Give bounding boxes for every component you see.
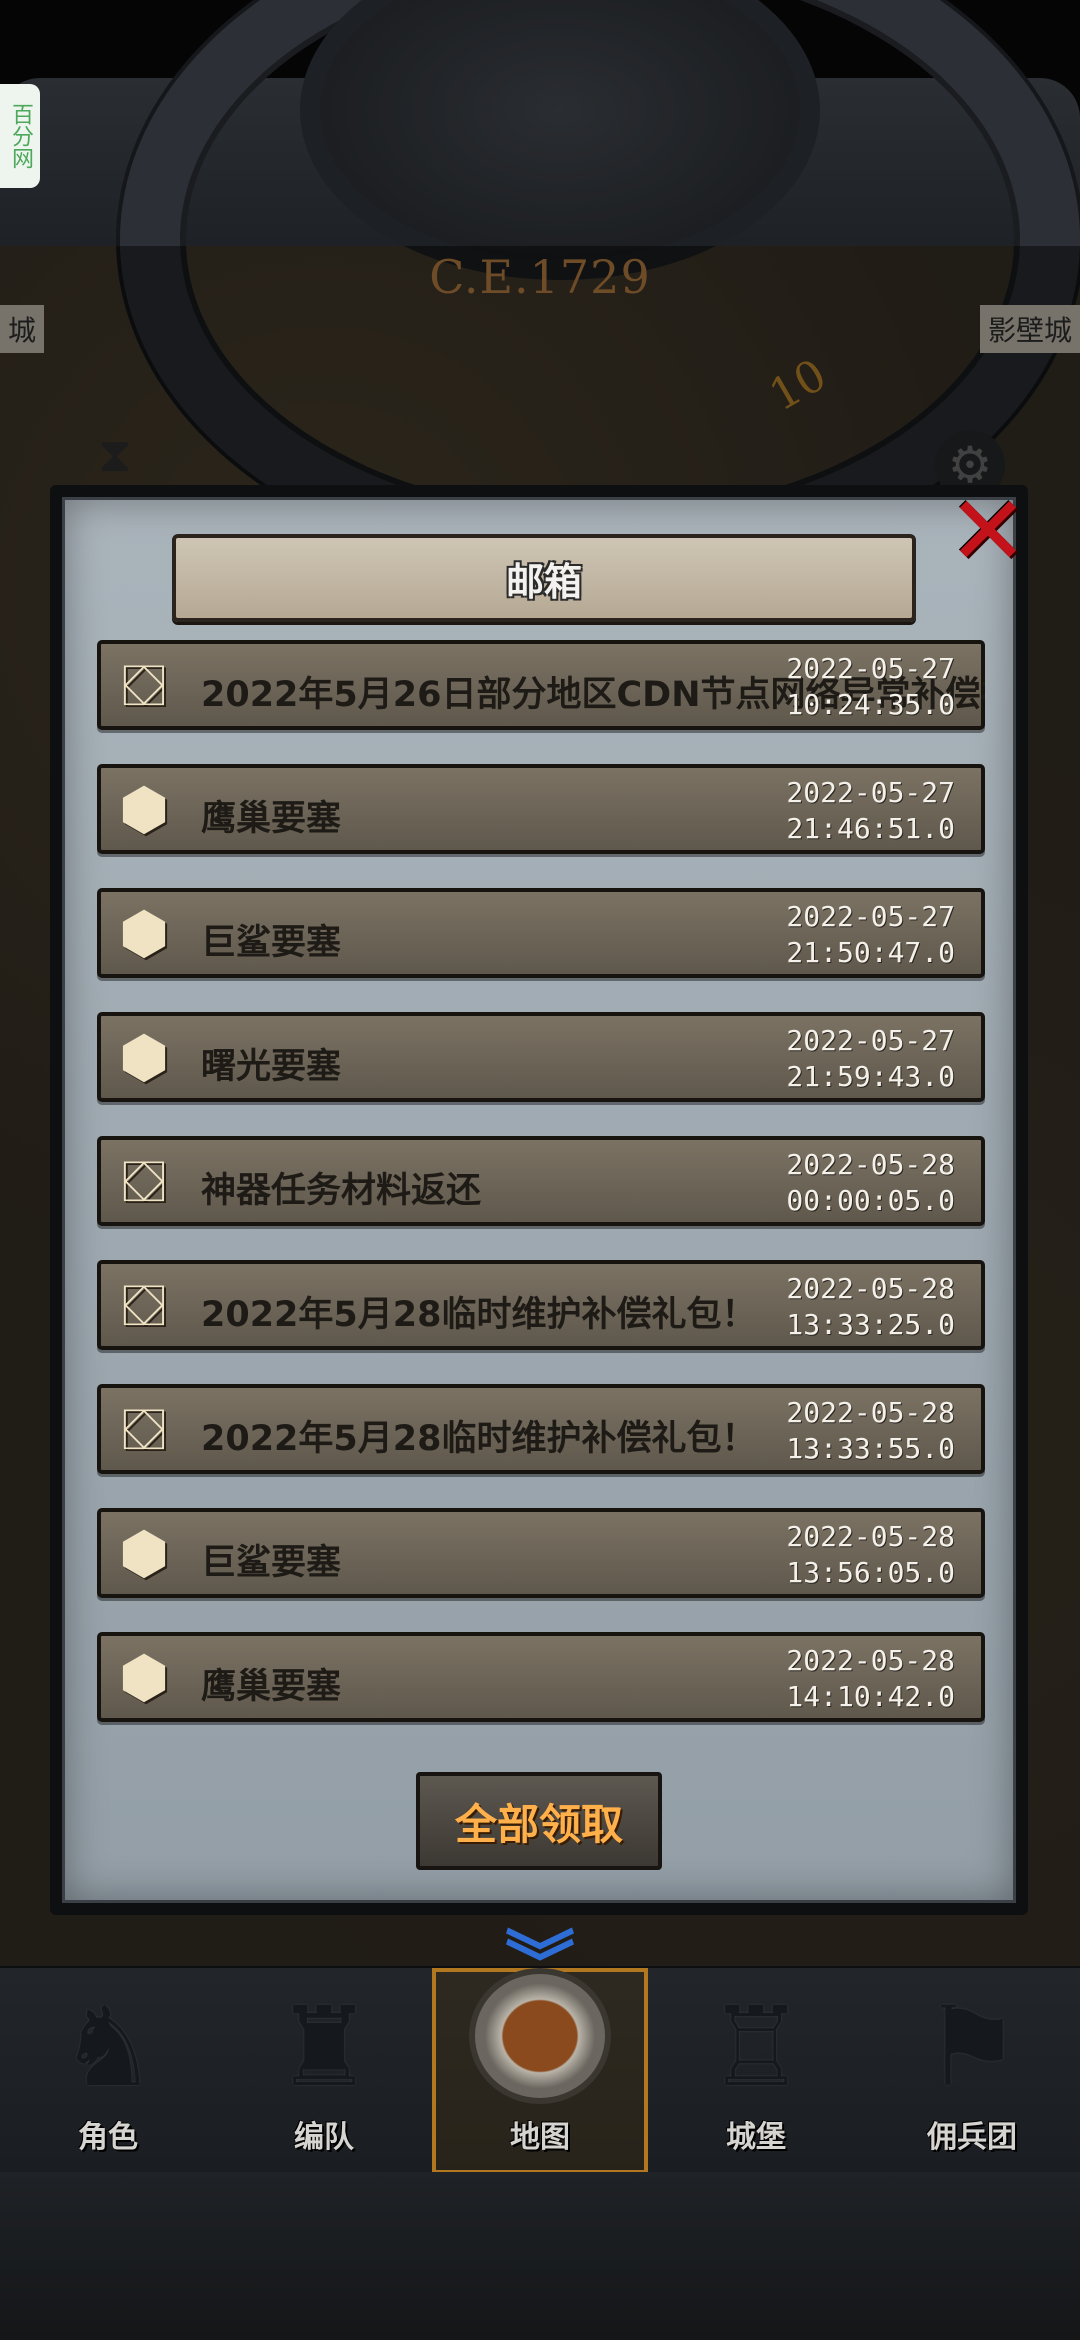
watermark-badge: 百分网 <box>0 84 40 188</box>
mail-item[interactable]: ⛋ 2022年5月26日部分地区CDN节点网络异常补偿礼包 2022-05-27… <box>97 640 985 730</box>
mail-time: 00:00:05.0 <box>786 1184 955 1217</box>
box-icon: ⬢ <box>118 899 170 967</box>
mail-time: 10:24:35.0 <box>786 688 955 721</box>
close-icon[interactable]: ✕ <box>943 483 1033 579</box>
mail-date: 2022-05-27 <box>786 652 955 685</box>
mail-item[interactable]: ⬢ 曙光要塞 2022-05-27 21:59:43.0 <box>97 1012 985 1102</box>
mail-date: 2022-05-28 <box>786 1148 955 1181</box>
mail-subject: 2022年5月28临时维护补偿礼包！ <box>201 1419 757 1459</box>
nav-label: 地图 <box>510 2120 570 2155</box>
nav-item-formation[interactable]: ♜ 编队 <box>216 1968 432 2174</box>
open-chest-icon: ⛋ <box>121 1271 167 1339</box>
castle-icon: ♖ <box>706 1983 806 2111</box>
bottom-nav: ♞ 角色 ♜ 编队 ︾ 地图 ♖ 城堡 ⚑ 佣兵团 <box>0 1929 1080 2174</box>
mail-time: 14:10:42.0 <box>786 1680 955 1713</box>
knight-icon: ♞ <box>58 1983 158 2111</box>
mail-date: 2022-05-28 <box>786 1396 955 1429</box>
box-icon: ⬢ <box>118 1519 170 1587</box>
mail-item[interactable]: ⛋ 2022年5月28临时维护补偿礼包！ 2022-05-28 13:33:55… <box>97 1384 985 1474</box>
nav-item-castle[interactable]: ♖ 城堡 <box>648 1968 864 2174</box>
nav-label: 佣兵团 <box>927 2120 1017 2155</box>
mail-time: 13:33:55.0 <box>786 1432 955 1465</box>
mail-subject: 鹰巢要塞 <box>201 799 342 839</box>
mail-time: 21:50:47.0 <box>786 936 955 969</box>
box-icon: ⬢ <box>118 1643 170 1711</box>
nav-item-map[interactable]: ︾ 地图 <box>432 1929 648 2174</box>
mail-subject: 鹰巢要塞 <box>201 1667 342 1707</box>
mail-time: 21:46:51.0 <box>786 812 955 845</box>
open-chest-icon: ⛋ <box>121 1395 167 1463</box>
bottom-bar <box>0 2172 1080 2340</box>
mail-item[interactable]: ⬢ 鹰巢要塞 2022-05-27 21:46:51.0 <box>97 764 985 854</box>
mail-subject: 巨鲨要塞 <box>201 1543 342 1583</box>
nav-item-character[interactable]: ♞ 角色 <box>0 1968 216 2174</box>
mail-subject: 神器任务材料返还 <box>201 1171 482 1211</box>
mail-date: 2022-05-28 <box>786 1520 955 1553</box>
helmet-icon: ♜ <box>274 1983 374 2111</box>
mail-time: 13:56:05.0 <box>786 1556 955 1589</box>
mail-time: 21:59:43.0 <box>786 1060 955 1093</box>
mailbox-title-plate: 邮箱 <box>172 534 916 622</box>
mail-list[interactable]: ⛋ 2022年5月26日部分地区CDN节点网络异常补偿礼包 2022-05-27… <box>97 640 985 1730</box>
mail-item[interactable]: ⛋ 2022年5月28临时维护补偿礼包！ 2022-05-28 13:33:25… <box>97 1260 985 1350</box>
mail-item[interactable]: ⬢ 巨鲨要塞 2022-05-28 13:56:05.0 <box>97 1508 985 1598</box>
claim-all-button[interactable]: 全部领取 <box>416 1772 662 1870</box>
mail-item[interactable]: ⬢ 巨鲨要塞 2022-05-27 21:50:47.0 <box>97 888 985 978</box>
mail-item[interactable]: ⬢ 鹰巢要塞 2022-05-28 14:10:42.0 <box>97 1632 985 1722</box>
mail-item[interactable]: ⛋ 神器任务材料返还 2022-05-28 00:00:05.0 <box>97 1136 985 1226</box>
mail-date: 2022-05-27 <box>786 1024 955 1057</box>
nav-label: 角色 <box>78 2120 138 2155</box>
mail-date: 2022-05-28 <box>786 1272 955 1305</box>
nav-label: 编队 <box>294 2120 354 2155</box>
mercenary-icon: ⚑ <box>922 1983 1022 2111</box>
box-icon: ⬢ <box>118 775 170 843</box>
mail-subject: 2022年5月28临时维护补偿礼包！ <box>201 1295 757 1335</box>
chevron-down-icon: ︾ <box>505 1923 575 2005</box>
nav-item-mercenary[interactable]: ⚑ 佣兵团 <box>864 1968 1080 2174</box>
open-chest-icon: ⛋ <box>121 651 167 719</box>
open-chest-icon: ⛋ <box>121 1147 167 1215</box>
nav-label: 城堡 <box>726 2120 786 2155</box>
map-icon: ︾ <box>469 1929 611 2104</box>
mail-time: 13:33:25.0 <box>786 1308 955 1341</box>
mail-date: 2022-05-27 <box>786 776 955 809</box>
mailbox-title: 邮箱 <box>505 559 582 604</box>
box-icon: ⬢ <box>118 1023 170 1091</box>
mail-date: 2022-05-27 <box>786 900 955 933</box>
mail-date: 2022-05-28 <box>786 1644 955 1677</box>
mail-subject: 曙光要塞 <box>201 1047 342 1087</box>
mail-subject: 巨鲨要塞 <box>201 923 342 963</box>
